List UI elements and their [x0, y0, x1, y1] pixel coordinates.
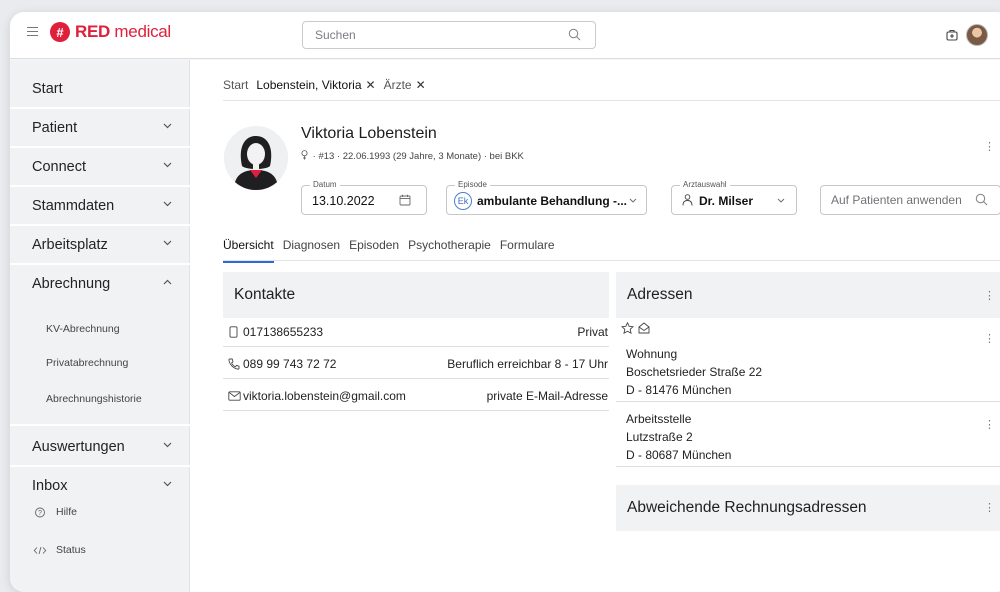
apply-to-patient-field: [820, 185, 1000, 215]
main-content: Start Lobenstein, Viktoria ✕ Ärzte ✕ Vikto…: [191, 60, 1000, 592]
adressen-header: Adressen: [616, 272, 1000, 318]
sidebar-status[interactable]: Status: [32, 544, 86, 556]
medical-case-icon[interactable]: [946, 29, 958, 41]
doctor-icon: [682, 194, 693, 206]
sidebar-item-arbeitsplatz[interactable]: Arbeitsplatz: [10, 226, 190, 263]
contact-value[interactable]: 089 99 743 72 72: [243, 357, 336, 371]
search-input[interactable]: [315, 22, 555, 48]
search-icon[interactable]: [568, 28, 581, 41]
address-more-icon[interactable]: ⋮: [984, 420, 995, 431]
svg-text:?: ?: [38, 510, 42, 517]
mail-open-icon[interactable]: [638, 322, 650, 334]
female-user-icon: [224, 126, 288, 190]
help-icon: ?: [35, 507, 45, 517]
chevron-down-icon: [163, 481, 172, 487]
top-bar: # RED medical: [10, 12, 1000, 59]
breadcrumb: Start Lobenstein, Viktoria ✕ Ärzte ✕: [223, 78, 434, 92]
sidebar-item-connect[interactable]: Connect: [10, 148, 190, 185]
phone-icon: [228, 358, 240, 370]
close-icon[interactable]: ✕: [366, 78, 376, 92]
contact-type: Privat: [577, 325, 608, 339]
contact-value[interactable]: viktoria.lobenstein@gmail.com: [243, 389, 406, 403]
contact-value[interactable]: 017138655233: [243, 325, 323, 339]
patient-avatar: [224, 126, 288, 190]
sidebar-subitem-abrechnungshistorie[interactable]: Abrechnungshistorie: [46, 393, 142, 405]
sidebar-item-patient[interactable]: Patient: [10, 109, 190, 146]
chevron-up-icon: [163, 279, 172, 285]
address-more-icon[interactable]: ⋮: [984, 334, 995, 345]
code-icon: [33, 546, 47, 554]
chevron-down-icon: [163, 162, 172, 168]
address-arbeitsstelle: Arbeitsstelle Lutzstraße 2 D - 80687 Mün…: [626, 412, 732, 462]
patient-meta: · #13 · 22.06.1993 (29 Jahre, 3 Monate) …: [301, 150, 524, 162]
brand-logo[interactable]: # RED medical: [50, 22, 171, 42]
search-field: [302, 21, 596, 49]
patient-more-icon[interactable]: ⋮: [984, 142, 995, 153]
breadcrumb-start[interactable]: Start: [223, 78, 248, 92]
search-icon[interactable]: [975, 193, 988, 206]
sidebar-item-abrechnung[interactable]: Abrechnung: [10, 265, 190, 302]
sidebar-help[interactable]: ? Hilfe: [32, 506, 77, 518]
female-icon: [301, 150, 308, 160]
apply-to-patient-input[interactable]: [831, 186, 981, 214]
close-icon[interactable]: ✕: [416, 78, 426, 92]
breadcrumb-aerzte-tab[interactable]: Ärzte ✕: [384, 78, 426, 92]
mail-icon: [228, 391, 241, 401]
episode-select[interactable]: Episode Ek ambulante Behandlung -...: [446, 180, 647, 215]
sidebar-item-start[interactable]: Start: [10, 70, 190, 107]
chevron-down-icon: [163, 442, 172, 448]
rechnungsadressen-header: Abweichende Rechnungsadressen: [616, 485, 1000, 531]
sidebar: Start Patient Connect Stammdaten Arbeits…: [10, 60, 190, 592]
sidebar-item-auswertungen[interactable]: Auswertungen: [10, 428, 190, 465]
breadcrumb-patient-tab[interactable]: Lobenstein, Viktoria ✕: [256, 78, 375, 92]
chevron-down-icon: [163, 201, 172, 207]
app-window: # RED medical Start Patient Connect Stam…: [10, 12, 1000, 592]
adressen-more-icon[interactable]: ⋮: [984, 291, 995, 302]
chevron-down-icon: [629, 198, 637, 203]
sidebar-subitem-privatabrechnung[interactable]: Privatabrechnung: [46, 357, 128, 369]
mobile-phone-icon: [229, 326, 238, 338]
logo-mark-icon: #: [50, 22, 70, 42]
chevron-down-icon: [163, 123, 172, 129]
rechnung-more-icon[interactable]: ⋮: [984, 503, 995, 514]
sidebar-item-stammdaten[interactable]: Stammdaten: [10, 187, 190, 224]
sidebar-item-inbox[interactable]: Inbox: [10, 467, 190, 504]
address-wohnung: Wohnung Boschetsrieder Straße 22 D - 814…: [626, 347, 763, 397]
star-icon[interactable]: [621, 322, 634, 334]
chevron-down-icon: [163, 240, 172, 246]
menu-icon[interactable]: [27, 27, 38, 36]
sidebar-subitem-kv-abrechnung[interactable]: KV-Abrechnung: [46, 323, 120, 335]
calendar-icon[interactable]: [399, 194, 411, 206]
episode-badge: Ek: [454, 192, 472, 210]
datum-field[interactable]: Datum 13.10.2022: [301, 180, 427, 215]
contact-type: private E-Mail-Adresse: [486, 389, 608, 403]
chevron-down-icon: [777, 198, 785, 203]
avatar[interactable]: [966, 24, 988, 46]
kontakte-header: Kontakte: [223, 272, 609, 318]
contact-type: Beruflich erreichbar 8 - 17 Uhr: [447, 357, 608, 371]
patient-name: Viktoria Lobenstein: [301, 125, 437, 142]
arzt-select[interactable]: Arztauswahl Dr. Milser: [671, 180, 797, 215]
